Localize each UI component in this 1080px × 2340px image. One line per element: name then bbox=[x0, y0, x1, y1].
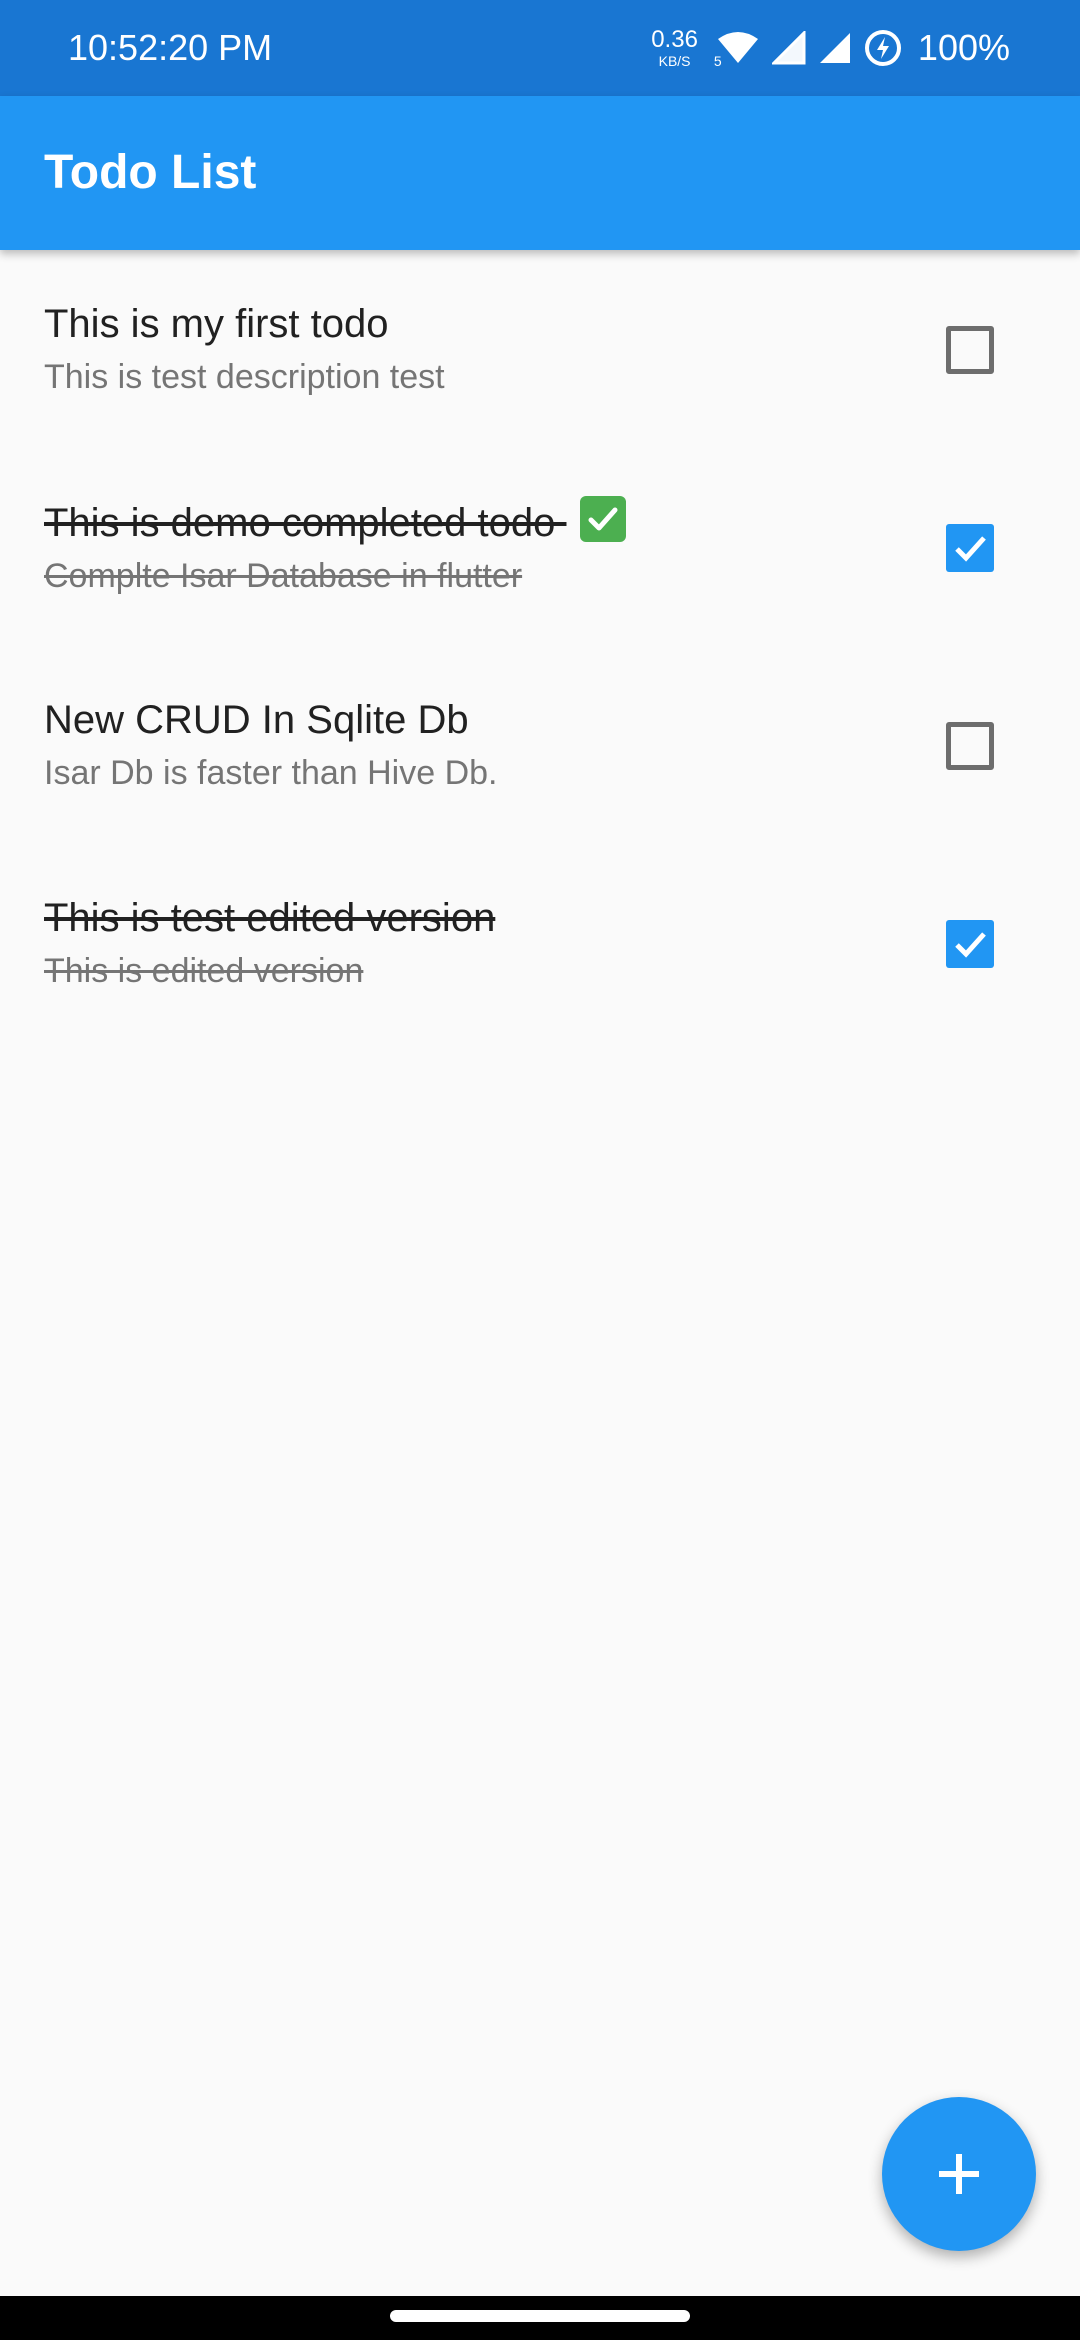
todo-checkbox[interactable] bbox=[946, 524, 994, 572]
todo-list: This is my first todo This is test descr… bbox=[0, 250, 1080, 1042]
todo-title: This is my first todo bbox=[44, 302, 389, 346]
signal-icon bbox=[818, 31, 852, 65]
todo-title: New CRUD In Sqlite Db bbox=[44, 698, 469, 742]
todo-description: This is edited version bbox=[44, 952, 364, 990]
add-icon bbox=[939, 2154, 979, 2194]
signal-icon bbox=[771, 31, 806, 65]
todo-texts: New CRUD In Sqlite Db Isar Db is faster … bbox=[44, 694, 904, 796]
check-mark-button-icon bbox=[580, 496, 627, 542]
app-bar: Todo List bbox=[0, 96, 1080, 250]
todo-title: This is test edited version bbox=[44, 896, 496, 940]
todo-checkbox[interactable] bbox=[946, 920, 994, 968]
todo-description: Complte Isar Database in flutter bbox=[44, 557, 523, 595]
todo-texts: This is my first todo This is test descr… bbox=[44, 298, 904, 400]
network-speed-unit: KB/S bbox=[658, 53, 691, 69]
page-title: Todo List bbox=[44, 146, 257, 199]
battery-saver-icon bbox=[864, 29, 902, 67]
todo-checkbox[interactable] bbox=[946, 722, 994, 770]
wifi-icon: 5 bbox=[714, 31, 760, 69]
todo-texts: This is demo completed todo Complte Isar… bbox=[44, 496, 904, 599]
todo-description: Isar Db is faster than Hive Db. bbox=[44, 754, 498, 792]
status-icons: 0.36 KB/S 5 100% bbox=[651, 0, 1010, 96]
check-icon bbox=[955, 932, 986, 958]
wifi-badge: 5 bbox=[713, 53, 722, 69]
todo-item[interactable]: This is my first todo This is test descr… bbox=[0, 250, 1080, 448]
todo-item[interactable]: New CRUD In Sqlite Db Isar Db is faster … bbox=[0, 646, 1080, 844]
network-speed-value: 0.36 bbox=[651, 26, 698, 53]
status-time: 10:52:20 PM bbox=[68, 27, 273, 68]
todo-item[interactable]: This is demo completed todo Complte Isar… bbox=[0, 448, 1080, 646]
add-todo-button[interactable] bbox=[882, 2097, 1036, 2251]
todo-title: This is demo completed todo bbox=[44, 496, 904, 549]
home-gesture-handle[interactable] bbox=[390, 2310, 690, 2322]
todo-checkbox[interactable] bbox=[946, 326, 994, 374]
status-bar: 10:52:20 PM 0.36 KB/S 5 100% bbox=[0, 0, 1080, 96]
network-speed: 0.36 KB/S bbox=[651, 26, 698, 69]
todo-description: This is test description test bbox=[44, 358, 445, 396]
battery-percentage: 100% bbox=[917, 27, 1010, 68]
navigation-bar bbox=[0, 2296, 1080, 2340]
todo-title-text: This is demo completed todo bbox=[44, 501, 567, 545]
todo-item[interactable]: This is test edited version This is edit… bbox=[0, 844, 1080, 1042]
check-icon bbox=[955, 536, 986, 562]
todo-texts: This is test edited version This is edit… bbox=[44, 892, 904, 994]
